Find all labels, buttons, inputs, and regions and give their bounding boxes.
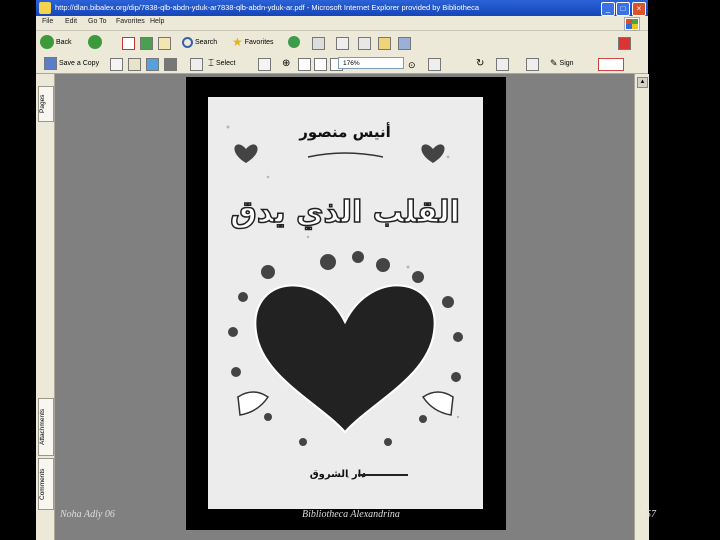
adobe-logo-icon bbox=[598, 58, 624, 71]
sign-button[interactable]: ✎ Sign bbox=[550, 56, 574, 70]
title-bar: http://dlan.bibalex.org/dip/7838-qlb-abd… bbox=[36, 0, 648, 16]
home-icon[interactable] bbox=[158, 37, 171, 50]
select-tool-button[interactable]: ⌶ Select bbox=[208, 56, 235, 70]
slide-footer-source: Bibliotheca Alexandrina bbox=[302, 509, 400, 520]
actual-size-icon[interactable] bbox=[298, 58, 311, 71]
window-title: http://dlan.bibalex.org/dip/7838-qlb-abd… bbox=[55, 3, 479, 12]
refresh-icon[interactable] bbox=[140, 37, 153, 50]
rotate-icon[interactable]: ↻ bbox=[476, 56, 484, 70]
select-label: Select bbox=[216, 59, 236, 67]
print-pdf-icon[interactable] bbox=[110, 58, 123, 71]
forward-arrow-icon bbox=[88, 35, 102, 49]
document-icon[interactable] bbox=[496, 58, 509, 71]
stop-icon[interactable] bbox=[122, 37, 135, 50]
slide-page-number: 57 bbox=[646, 509, 656, 520]
close-button[interactable]: × bbox=[632, 2, 646, 16]
search-icon bbox=[182, 36, 193, 48]
cover-publisher: دار الشروق bbox=[310, 469, 367, 480]
print-icon[interactable] bbox=[358, 37, 371, 50]
save-icon bbox=[44, 56, 57, 70]
tab-comments[interactable]: Comments bbox=[38, 458, 54, 510]
navigation-panel: Pages Attachments Comments bbox=[36, 74, 55, 540]
snapshot-icon[interactable] bbox=[258, 58, 271, 71]
cover-title: القلب الذي يدق bbox=[230, 195, 460, 230]
search-label: Search bbox=[195, 38, 218, 46]
media-icon[interactable] bbox=[288, 36, 300, 48]
ie-logo-icon bbox=[39, 2, 51, 14]
zoom-field[interactable]: 176% bbox=[338, 57, 404, 69]
mail-icon[interactable] bbox=[336, 37, 349, 50]
scroll-up-arrow-icon[interactable]: ▲ bbox=[637, 77, 648, 88]
back-arrow-icon bbox=[40, 35, 54, 49]
zoom-dropdown-icon[interactable]: ⊙ bbox=[408, 58, 416, 72]
email-icon[interactable] bbox=[128, 58, 141, 71]
maximize-button[interactable]: □ bbox=[616, 2, 630, 16]
binoculars-icon[interactable] bbox=[164, 58, 177, 71]
save-copy-label: Save a Copy bbox=[59, 59, 100, 67]
vertical-scrollbar[interactable]: ▲ bbox=[634, 74, 649, 540]
menu-favorites[interactable]: Favorites bbox=[116, 18, 145, 25]
zoom-value: 176% bbox=[343, 60, 360, 67]
menu-help[interactable]: Help bbox=[150, 18, 164, 25]
favorites-button[interactable]: ★ Favorites bbox=[232, 34, 274, 50]
folder-icon[interactable] bbox=[378, 37, 391, 50]
hand-tool-icon[interactable] bbox=[190, 58, 203, 71]
book-cover-image: أنيس منصور القلب الذي يدق دار الشروق bbox=[208, 97, 483, 509]
zoom-in-icon[interactable]: ⊕ bbox=[282, 56, 290, 70]
acrobat-icon[interactable] bbox=[618, 37, 631, 50]
search-button[interactable]: Search bbox=[182, 34, 217, 50]
navigation-toolbar: Back Search ★ Favorites bbox=[36, 31, 648, 54]
favorites-label: Favorites bbox=[244, 38, 274, 46]
windows-logo-icon bbox=[624, 17, 640, 31]
menu-edit[interactable]: Edit bbox=[65, 18, 77, 25]
browser-icon[interactable] bbox=[146, 58, 159, 71]
sign-label: Sign bbox=[559, 59, 574, 67]
save-copy-button[interactable]: Save a Copy bbox=[44, 56, 99, 70]
back-button[interactable]: Back bbox=[40, 34, 72, 50]
cover-author: أنيس منصور bbox=[298, 122, 391, 141]
page-layout-icon[interactable] bbox=[428, 58, 441, 71]
star-icon: ★ bbox=[232, 35, 243, 49]
slide-footer-author: Noha Adly 06 bbox=[60, 509, 115, 520]
minimize-button[interactable]: _ bbox=[601, 2, 615, 16]
menu-file[interactable]: File bbox=[42, 18, 53, 25]
forward-button[interactable] bbox=[88, 34, 102, 50]
pen-icon: ✎ bbox=[550, 57, 558, 68]
messenger-icon[interactable] bbox=[398, 37, 411, 50]
fit-page-icon[interactable] bbox=[314, 58, 327, 71]
review-icon[interactable] bbox=[526, 58, 539, 71]
tab-pages[interactable]: Pages bbox=[38, 86, 54, 122]
cursor-icon: ⌶ bbox=[208, 57, 214, 69]
menu-goto[interactable]: Go To bbox=[88, 18, 107, 25]
menu-bar: File Edit Go To Favorites Help bbox=[36, 16, 648, 31]
back-label: Back bbox=[56, 38, 72, 46]
tab-attachments[interactable]: Attachments bbox=[38, 398, 54, 456]
history-icon[interactable] bbox=[312, 37, 325, 50]
